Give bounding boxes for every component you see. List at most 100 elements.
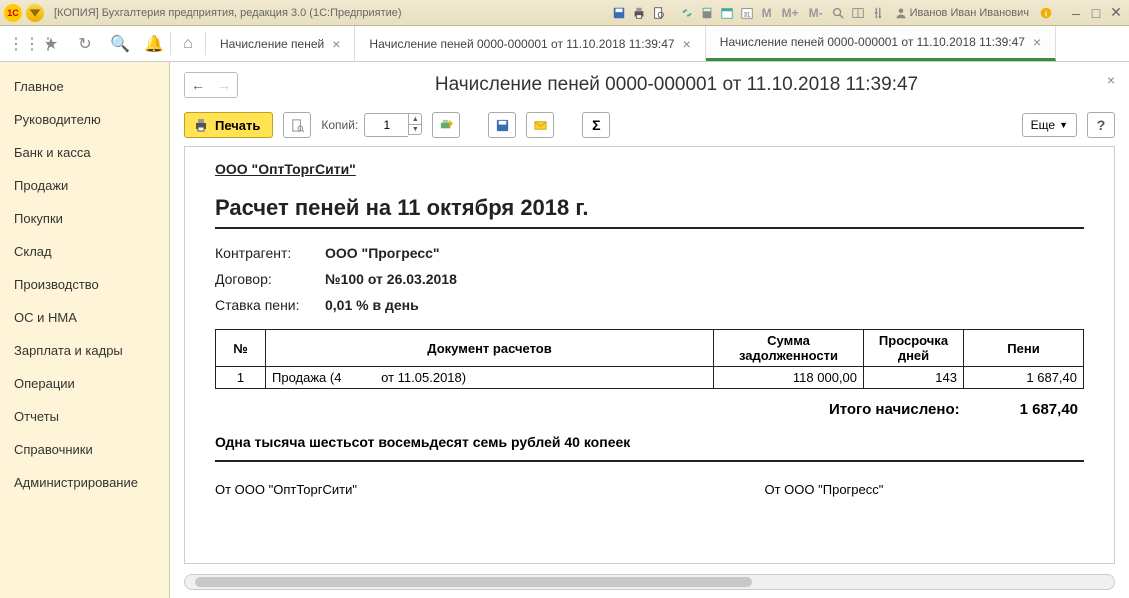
sidebar-item-sales[interactable]: Продажи bbox=[0, 169, 169, 202]
calculator-icon[interactable] bbox=[698, 4, 716, 22]
settings-icon[interactable] bbox=[869, 4, 887, 22]
sidebar-item-production[interactable]: Производство bbox=[0, 268, 169, 301]
sign-to: От ООО "Прогресс" bbox=[535, 482, 1085, 497]
sidebar-item-purchases[interactable]: Покупки bbox=[0, 202, 169, 235]
app-menu-dropdown[interactable] bbox=[26, 4, 44, 22]
th-doc: Документ расчетов bbox=[266, 330, 714, 367]
window-titlebar: 1C [КОПИЯ] Бухгалтерия предприятия, реда… bbox=[0, 0, 1129, 26]
tab-close-icon[interactable]: × bbox=[683, 36, 691, 52]
tab-close-icon[interactable]: × bbox=[332, 36, 340, 52]
back-button[interactable]: ← bbox=[185, 73, 211, 97]
print-icon[interactable] bbox=[630, 4, 648, 22]
print-button-label: Печать bbox=[215, 118, 260, 133]
sidebar-item-operations[interactable]: Операции bbox=[0, 367, 169, 400]
sign-from: От ООО "ОптТоргСити" bbox=[215, 482, 535, 497]
rate-value: 0,01 % в день bbox=[325, 297, 419, 313]
penalties-table: № Документ расчетов Сумма задолженности … bbox=[215, 329, 1084, 389]
tab-label: Начисление пеней bbox=[220, 37, 324, 51]
tab-item[interactable]: Начисление пеней 0000-000001 от 11.10.20… bbox=[355, 26, 705, 61]
tab-item[interactable]: Начисление пеней × bbox=[206, 26, 355, 61]
cell-peni: 1 687,40 bbox=[964, 367, 1084, 389]
copies-up-button[interactable]: ▲ bbox=[408, 113, 422, 124]
cell-doc: Продажа (4 от 11.05.2018) bbox=[266, 367, 714, 389]
rate-label: Ставка пени: bbox=[215, 297, 325, 313]
cell-sum: 118 000,00 bbox=[714, 367, 864, 389]
contract-label: Договор: bbox=[215, 271, 325, 287]
calendar-icon[interactable] bbox=[718, 4, 736, 22]
sidebar-item-hr[interactable]: Зарплата и кадры bbox=[0, 334, 169, 367]
sum-button[interactable]: Σ bbox=[582, 112, 610, 138]
svg-text:31: 31 bbox=[743, 11, 750, 18]
content-close-icon[interactable]: × bbox=[1107, 72, 1115, 88]
search-icon[interactable]: 🔍 bbox=[110, 34, 128, 54]
sidebar: Главное Руководителю Банк и касса Продаж… bbox=[0, 62, 170, 598]
cell-days: 143 bbox=[864, 367, 964, 389]
memory-mminus-button[interactable]: M- bbox=[805, 6, 827, 20]
total-value: 1 687,40 bbox=[1020, 401, 1078, 418]
tab-item[interactable]: Начисление пеней 0000-000001 от 11.10.20… bbox=[706, 26, 1056, 61]
link-icon[interactable] bbox=[678, 4, 696, 22]
more-button-label: Еще bbox=[1031, 118, 1055, 132]
tab-close-icon[interactable]: × bbox=[1033, 34, 1041, 50]
memory-mplus-button[interactable]: M+ bbox=[778, 6, 803, 20]
copies-label: Копий: bbox=[321, 118, 358, 132]
sidebar-item-catalogs[interactable]: Справочники bbox=[0, 433, 169, 466]
doc-organization: ООО "ОптТоргСити" bbox=[215, 161, 1084, 177]
print-button[interactable]: Печать bbox=[184, 112, 273, 138]
counterparty-value: ООО "Прогресс" bbox=[325, 245, 440, 261]
preview-icon[interactable] bbox=[650, 4, 668, 22]
app-logo: 1C bbox=[4, 4, 22, 22]
minimize-button[interactable]: – bbox=[1067, 4, 1085, 22]
tab-label: Начисление пеней 0000-000001 от 11.10.20… bbox=[720, 35, 1025, 49]
date-icon[interactable]: 31 bbox=[738, 4, 756, 22]
amount-in-words: Одна тысяча шестьсот восемьдесят семь ру… bbox=[215, 434, 1084, 462]
svg-text:i: i bbox=[1045, 9, 1047, 18]
panel-icon[interactable] bbox=[849, 4, 867, 22]
window-title: [КОПИЯ] Бухгалтерия предприятия, редакци… bbox=[54, 7, 402, 19]
cell-num: 1 bbox=[216, 367, 266, 389]
copies-input[interactable] bbox=[364, 113, 408, 137]
email-button[interactable] bbox=[526, 112, 554, 138]
th-sum: Сумма задолженности bbox=[714, 330, 864, 367]
apps-icon[interactable]: ⋮⋮⋮ bbox=[8, 34, 26, 54]
maximize-button[interactable]: □ bbox=[1087, 4, 1105, 22]
home-icon[interactable]: ⌂ bbox=[179, 35, 197, 53]
forward-button[interactable]: → bbox=[211, 73, 237, 97]
sidebar-item-admin[interactable]: Администрирование bbox=[0, 466, 169, 499]
favorites-icon[interactable]: ★ bbox=[42, 34, 60, 54]
sidebar-item-manager[interactable]: Руководителю bbox=[0, 103, 169, 136]
sidebar-item-main[interactable]: Главное bbox=[0, 70, 169, 103]
user-label[interactable]: Иванов Иван Иванович bbox=[889, 7, 1035, 19]
document-area[interactable]: ООО "ОптТоргСити" Расчет пеней на 11 окт… bbox=[184, 146, 1115, 564]
more-button[interactable]: Еще ▼ bbox=[1022, 113, 1077, 137]
quick-print-button[interactable] bbox=[432, 112, 460, 138]
tabbar: ⋮⋮⋮ ★ ↻ 🔍 🔔 ⌂ Начисление пеней × Начисле… bbox=[0, 26, 1129, 62]
doc-title: Расчет пеней на 11 октября 2018 г. bbox=[215, 195, 1084, 229]
sidebar-item-assets[interactable]: ОС и НМА bbox=[0, 301, 169, 334]
notifications-icon[interactable]: 🔔 bbox=[144, 34, 162, 54]
copies-down-button[interactable]: ▼ bbox=[408, 124, 422, 135]
info-icon[interactable]: i bbox=[1037, 4, 1055, 22]
nav-buttons: ← → bbox=[184, 72, 238, 98]
history-icon[interactable]: ↻ bbox=[76, 34, 94, 54]
memory-m-button[interactable]: M bbox=[758, 6, 776, 20]
th-peni: Пени bbox=[964, 330, 1084, 367]
zoom-icon[interactable] bbox=[829, 4, 847, 22]
tab-label: Начисление пеней 0000-000001 от 11.10.20… bbox=[369, 37, 674, 51]
counterparty-label: Контрагент: bbox=[215, 245, 325, 261]
scrollbar-thumb[interactable] bbox=[195, 577, 752, 587]
printer-icon bbox=[193, 117, 209, 133]
save-button[interactable] bbox=[488, 112, 516, 138]
sidebar-item-warehouse[interactable]: Склад bbox=[0, 235, 169, 268]
th-num: № bbox=[216, 330, 266, 367]
help-button[interactable]: ? bbox=[1087, 112, 1115, 138]
total-label: Итого начислено: bbox=[829, 401, 960, 418]
th-days: Просрочка дней bbox=[864, 330, 964, 367]
page-title: Начисление пеней 0000-000001 от 11.10.20… bbox=[238, 74, 1115, 96]
sidebar-item-reports[interactable]: Отчеты bbox=[0, 400, 169, 433]
close-button[interactable]: ✕ bbox=[1107, 4, 1125, 22]
preview-button[interactable] bbox=[283, 112, 311, 138]
sidebar-item-bank[interactable]: Банк и касса bbox=[0, 136, 169, 169]
save-disk-icon[interactable] bbox=[610, 4, 628, 22]
horizontal-scrollbar[interactable] bbox=[184, 574, 1115, 590]
